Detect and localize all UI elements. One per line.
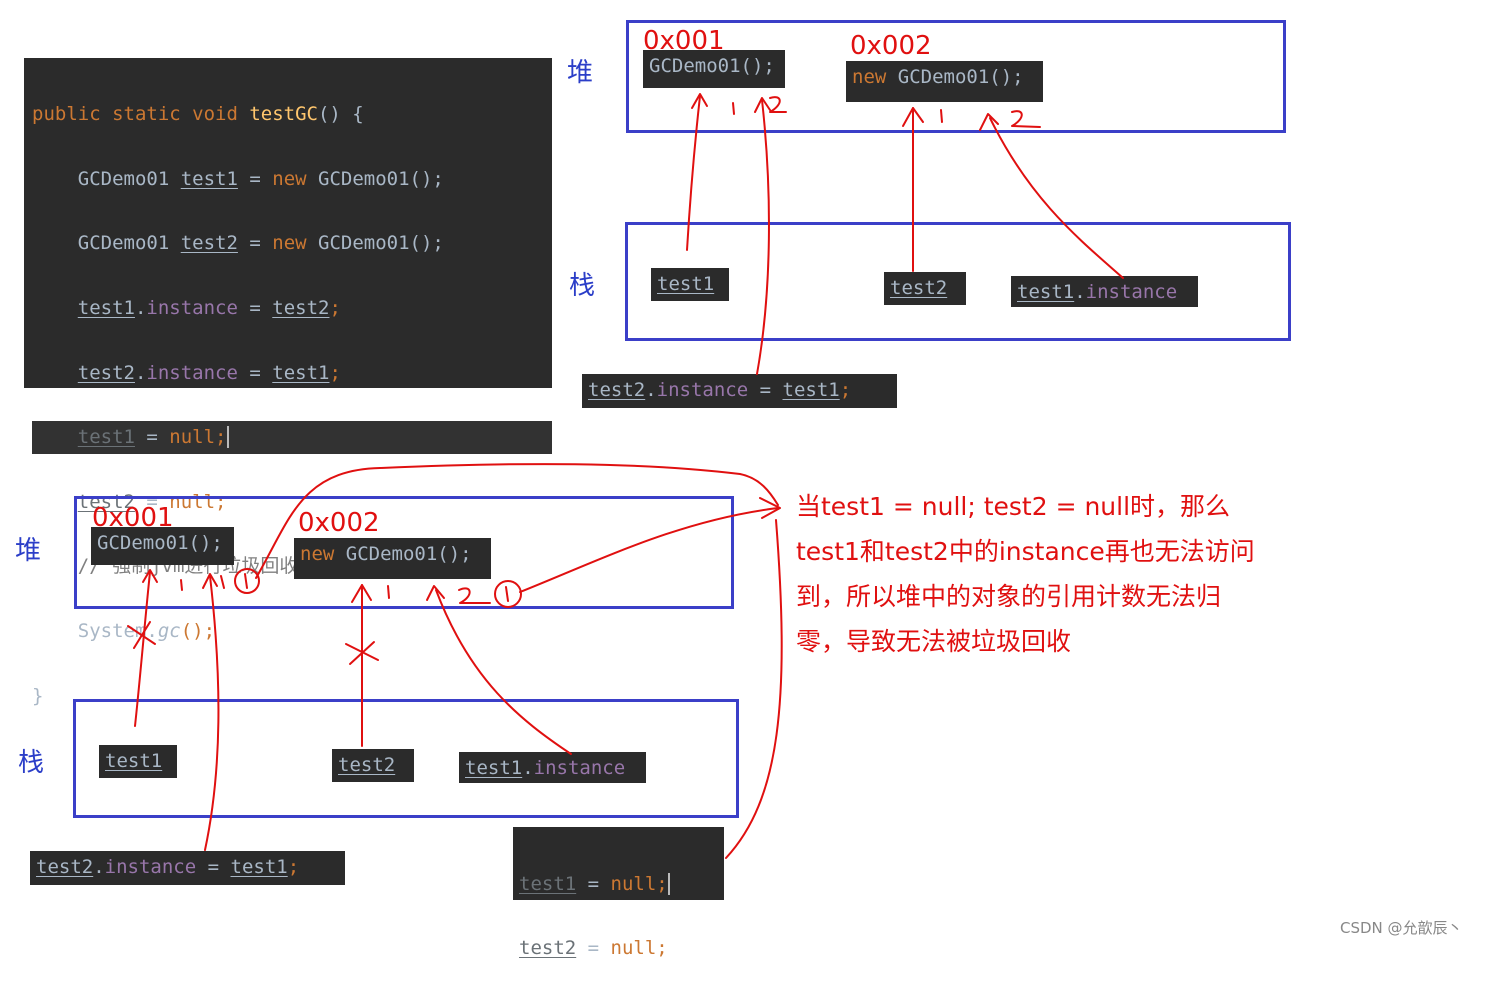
handwritten-one	[220, 575, 225, 589]
circled-one-digit	[505, 586, 509, 602]
arrow-assign-to-obj1-top	[756, 99, 770, 375]
tick-mark	[387, 585, 390, 599]
handwritten-two	[458, 587, 491, 604]
loop-obj1-to-note	[255, 463, 779, 579]
arrow-assign-to-obj1-bottom	[204, 575, 220, 851]
line-nulls-to-note	[725, 519, 783, 859]
tick-mark	[732, 102, 735, 115]
arrow-test1-to-obj1-top	[686, 95, 701, 251]
ink-overlay	[127, 93, 1124, 859]
cross-mark	[127, 621, 156, 649]
loop-obj2-to-note	[519, 507, 779, 593]
circled-one-digit	[244, 573, 248, 589]
arrow-instance-to-obj2-top	[989, 117, 1124, 279]
tick-mark	[940, 109, 943, 123]
handwritten-two	[1011, 110, 1041, 128]
handwritten-two	[769, 96, 787, 113]
tick-mark	[180, 579, 183, 591]
arrow-instance-to-obj2-bottom	[435, 589, 572, 755]
arrowhead	[426, 585, 445, 601]
arrow-test1-to-obj1-bottom	[134, 571, 151, 727]
